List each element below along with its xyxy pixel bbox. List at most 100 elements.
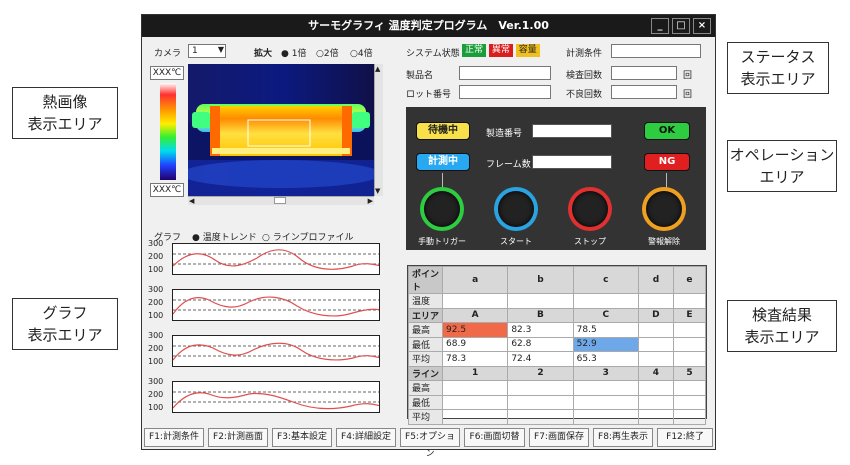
table-cell — [572, 380, 639, 396]
zoom-option-2x[interactable]: ○2倍 — [316, 46, 339, 59]
area-header-row: エリア A B C D E — [408, 307, 707, 323]
line-col: 3 — [572, 365, 639, 381]
function-key-1[interactable]: F1:計測条件 — [144, 428, 204, 447]
vertical-scrollbar[interactable]: ▲ ▼ — [374, 64, 383, 196]
table-cell: 65.3 — [572, 351, 639, 367]
trend-graph[interactable] — [172, 289, 382, 321]
table-cell — [637, 409, 674, 425]
arrow-right-icon[interactable]: ▶ — [368, 197, 373, 205]
status-badge-normal: 正常 — [462, 44, 487, 57]
function-key-2[interactable]: F2:計測画面 — [208, 428, 268, 447]
function-key-8[interactable]: F8:再生表示 — [593, 428, 653, 447]
point-col: d — [637, 266, 674, 294]
scale-max-field[interactable]: XXX℃ — [150, 66, 184, 80]
inspect-count-field — [611, 66, 677, 80]
zoom-option-1x[interactable]: ● 1倍 — [281, 46, 306, 59]
alarm-reset-button[interactable] — [646, 191, 682, 227]
line-col: 2 — [507, 365, 574, 381]
inspect-count-unit: 回 — [683, 71, 693, 81]
arrow-down-icon[interactable]: ▼ — [375, 187, 380, 195]
product-name-field[interactable] — [459, 66, 551, 80]
trend-graph[interactable] — [172, 243, 382, 275]
title-bar: サーモグラフィ 温度判定プログラム Ver.1.00 _ □ × — [142, 15, 715, 37]
table-cell — [572, 394, 639, 410]
graph-y-tick: 100 — [148, 357, 164, 366]
close-button[interactable]: × — [693, 18, 711, 34]
line-max-label: 最高 — [408, 380, 443, 396]
table-cell — [507, 380, 574, 396]
graph-y-tick: 300 — [148, 331, 164, 340]
callout-status-area: ステータス 表示エリア — [727, 42, 829, 94]
measure-condition-label: 計測条件 — [566, 49, 603, 59]
trend-graph[interactable] — [172, 381, 382, 413]
line-col: 1 — [441, 365, 509, 381]
thermal-image[interactable] — [188, 64, 374, 196]
radio-icon: ○ — [316, 49, 324, 59]
graph-y-tick: 200 — [148, 344, 164, 353]
table-cell: 72.4 — [507, 351, 574, 367]
area-col: E — [672, 307, 707, 323]
serial-number-field[interactable] — [532, 124, 612, 138]
arrow-up-icon[interactable]: ▲ — [375, 65, 380, 73]
table-row: 最低 68.9 62.8 52.9 — [408, 336, 707, 352]
lot-number-label: ロット番号 — [406, 90, 452, 100]
frame-count-field[interactable] — [532, 155, 612, 169]
graph-y-tick: 300 — [148, 377, 164, 386]
table-cell — [572, 293, 639, 309]
area-header: エリア — [408, 307, 443, 323]
standby-indicator: 待機中 — [416, 122, 470, 140]
start-button[interactable] — [498, 191, 534, 227]
serial-number-label: 製造番号 — [486, 129, 523, 139]
table-cell: 52.9 — [572, 336, 639, 352]
table-cell — [441, 409, 509, 425]
graph-mode-trend-label: 温度トレンド — [202, 233, 257, 243]
table-cell — [637, 351, 674, 367]
camera-select[interactable]: 1 ▼ — [188, 44, 226, 58]
function-key-4[interactable]: F4:詳細設定 — [336, 428, 396, 447]
window-title: サーモグラフィ 温度判定プログラム Ver.1.00 — [308, 19, 549, 32]
table-row: 最低 — [408, 394, 707, 410]
horizontal-scrollbar[interactable]: ◀ ▶ — [188, 196, 374, 205]
scroll-thumb[interactable] — [274, 197, 286, 204]
stop-button[interactable] — [572, 191, 608, 227]
area-col: C — [572, 307, 639, 323]
table-cell: 82.3 — [507, 322, 574, 338]
graph-mode-trend[interactable]: ● 温度トレンド — [192, 230, 257, 243]
trend-graph[interactable] — [172, 335, 382, 367]
function-key-5[interactable]: F5:オプション — [400, 428, 460, 459]
connector-line — [666, 173, 667, 189]
manual-trigger-button[interactable] — [424, 191, 460, 227]
table-cell — [507, 394, 574, 410]
maximize-button[interactable]: □ — [672, 18, 690, 34]
callout-results-area: 検査結果 表示エリア — [727, 300, 837, 352]
trend-line — [172, 249, 382, 270]
line-header-row: ライン 1 2 3 4 5 — [408, 365, 707, 381]
table-cell: 78.3 — [441, 351, 509, 367]
point-col: a — [441, 266, 509, 294]
radio-icon: ○ — [262, 233, 270, 243]
function-key-3[interactable]: F3:基本設定 — [272, 428, 332, 447]
scale-min-field[interactable]: XXX℃ — [150, 183, 184, 197]
lot-number-field[interactable] — [459, 85, 551, 99]
arrow-left-icon[interactable]: ◀ — [189, 197, 194, 205]
graph-mode-profile[interactable]: ○ ラインプロファイル — [262, 230, 353, 243]
minimize-button[interactable]: _ — [651, 18, 669, 34]
table-cell — [637, 293, 674, 309]
min-row-label: 最低 — [408, 336, 443, 352]
app-window: サーモグラフィ 温度判定プログラム Ver.1.00 _ □ × カメラ 1 ▼… — [141, 14, 716, 459]
zoom-option-4x[interactable]: ○4倍 — [350, 46, 373, 59]
function-key-9[interactable]: F12:終了 — [657, 428, 713, 447]
callout-thermal-area: 熱画像 表示エリア — [12, 87, 118, 139]
table-cell — [672, 351, 707, 367]
table-cell — [637, 394, 674, 410]
thermal-image-graphic — [188, 64, 374, 196]
measure-condition-field[interactable] — [611, 44, 701, 58]
table-cell — [572, 409, 639, 425]
table-row: 平均 78.3 72.4 65.3 — [408, 351, 707, 367]
zoom-option-label: 1倍 — [291, 49, 307, 59]
line-col: 5 — [672, 365, 707, 381]
function-key-7[interactable]: F7:画面保存 — [529, 428, 589, 447]
function-key-6[interactable]: F6:画面切替 — [464, 428, 525, 447]
table-cell: 62.8 — [507, 336, 574, 352]
radio-icon: ○ — [350, 49, 358, 59]
